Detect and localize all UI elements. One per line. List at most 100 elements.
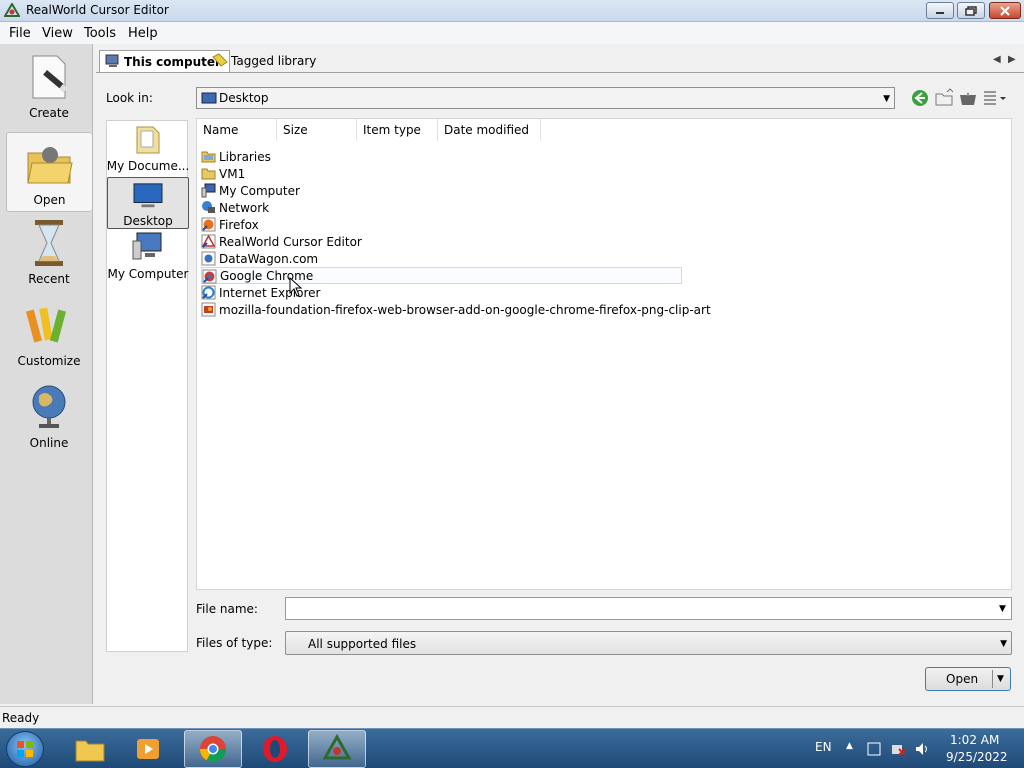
view-menu-icon[interactable]: [982, 88, 1010, 108]
look-in-dropdown[interactable]: Desktop ▼: [196, 87, 895, 109]
computer-small-icon: [105, 54, 119, 67]
place-my-documents[interactable]: My Docume...: [107, 123, 189, 175]
places-bar: My Docume... Desktop My Computer: [106, 120, 189, 652]
my-computer-icon: [132, 232, 162, 260]
image-file-icon: [201, 302, 216, 317]
taskbar-chrome[interactable]: [184, 730, 242, 768]
back-icon[interactable]: [910, 88, 930, 108]
look-in-label: Look in:: [106, 91, 153, 105]
explorer-folder-icon: [75, 740, 105, 762]
file-row-vm1[interactable]: VM1: [201, 165, 245, 182]
file-name-history-icon[interactable]: ▼: [999, 604, 1006, 614]
opera-icon: [263, 736, 287, 762]
show-hidden-icons-icon[interactable]: ▲: [846, 741, 853, 751]
network-status-icon[interactable]: [890, 741, 906, 757]
clock-date[interactable]: 9/25/2022: [946, 750, 1008, 764]
status-text: Ready: [2, 711, 40, 725]
chrome-icon: [199, 736, 227, 763]
place-my-computer[interactable]: My Computer: [107, 231, 189, 283]
taskbar-explorer[interactable]: [61, 730, 119, 768]
close-icon: [1000, 5, 1010, 16]
restore-icon: [965, 5, 977, 16]
open-button[interactable]: Open ▼: [925, 667, 1011, 691]
column-header-item-type[interactable]: Item type: [357, 119, 438, 141]
windows-logo-icon: [17, 741, 33, 757]
file-row-realworld-cursor-editor[interactable]: RealWorld Cursor Editor: [201, 233, 362, 250]
crayons-icon: [25, 307, 67, 343]
start-button[interactable]: [6, 731, 44, 767]
mouse-cursor-icon: [289, 277, 303, 297]
file-row-image-file[interactable]: mozilla-foundation-firefox-web-browser-a…: [201, 301, 711, 318]
sidebar-open[interactable]: Open: [6, 132, 92, 212]
sidebar-create[interactable]: Create: [6, 52, 92, 132]
title-bar: RealWorld Cursor Editor: [0, 0, 1024, 22]
column-header-name[interactable]: Name: [197, 119, 277, 141]
clock-time[interactable]: 1:02 AM: [950, 733, 999, 747]
column-header-size[interactable]: Size: [277, 119, 357, 141]
file-row-datawagon[interactable]: DataWagon.com: [201, 250, 318, 267]
column-header-date-modified[interactable]: Date modified: [438, 119, 541, 141]
source-tabs: This computer Tagged library ◀ ▶: [93, 44, 1024, 72]
place-desktop[interactable]: Desktop: [107, 177, 189, 229]
minimize-button[interactable]: [926, 2, 954, 19]
menu-help[interactable]: Help: [128, 26, 158, 41]
computer-icon: [201, 183, 216, 198]
ie-shortcut-icon: [201, 285, 216, 300]
library-folder-icon: [201, 151, 216, 163]
app-logo-icon: [4, 3, 20, 17]
favorites-icon[interactable]: [958, 88, 978, 108]
datawagon-shortcut-icon: [201, 251, 216, 266]
folder-icon: [201, 168, 216, 180]
network-icon: [202, 201, 215, 213]
file-type-dropdown[interactable]: All supported files ▼: [285, 631, 1012, 655]
taskbar-realworld[interactable]: [308, 730, 366, 768]
minimize-icon: [936, 11, 944, 14]
menu-file[interactable]: File: [9, 26, 31, 41]
create-icon: [32, 55, 68, 99]
taskbar-opera[interactable]: [246, 730, 304, 768]
desktop-small-icon: [201, 92, 217, 104]
file-name-input[interactable]: [285, 597, 1012, 620]
tab-scroll-right-icon[interactable]: ▶: [1008, 54, 1016, 65]
file-type-label: Files of type:: [196, 636, 273, 650]
file-name-label: File name:: [196, 602, 258, 616]
chevron-down-icon: ▼: [1000, 639, 1007, 649]
taskbar-media-player[interactable]: [120, 730, 178, 768]
firefox-shortcut-icon: [201, 217, 216, 232]
open-options-icon[interactable]: ▼: [997, 674, 1004, 684]
desktop-icon: [133, 183, 163, 208]
documents-folder-icon: [136, 126, 160, 154]
volume-icon[interactable]: [914, 741, 930, 757]
file-row-my-computer[interactable]: My Computer: [201, 182, 300, 199]
chevron-down-icon: ▼: [883, 94, 890, 104]
sidebar-recent[interactable]: Recent: [6, 218, 92, 298]
realworld-shortcut-icon: [201, 234, 216, 249]
sidebar-online[interactable]: Online: [6, 382, 92, 462]
file-row-libraries[interactable]: Libraries: [201, 148, 271, 165]
up-folder-icon[interactable]: [934, 88, 954, 108]
menu-bar: File View Tools Help: [0, 22, 1024, 44]
globe-icon: [32, 385, 66, 428]
media-player-icon: [137, 739, 159, 759]
file-row-firefox[interactable]: Firefox: [201, 216, 259, 233]
restore-button[interactable]: [957, 2, 985, 19]
file-row-google-chrome[interactable]: Google Chrome: [201, 267, 682, 284]
action-center-icon[interactable]: [866, 741, 882, 757]
status-bar: Ready: [0, 706, 1024, 728]
menu-tools[interactable]: Tools: [84, 26, 116, 41]
chrome-shortcut-icon: [202, 269, 217, 284]
window-title: RealWorld Cursor Editor: [26, 3, 169, 17]
file-row-network[interactable]: Network: [201, 199, 269, 216]
file-list: Name Size Item type Date modified Librar…: [196, 118, 1012, 590]
open-icon: [26, 147, 73, 184]
language-indicator[interactable]: EN: [815, 740, 832, 754]
realworld-logo-icon: [322, 734, 352, 760]
tag-icon: [212, 53, 228, 67]
hourglass-icon: [35, 220, 63, 266]
mode-sidebar: Create Open Recent Customize Online: [0, 44, 93, 704]
tab-tagged-library[interactable]: Tagged library: [207, 50, 324, 72]
tab-scroll-left-icon[interactable]: ◀: [993, 54, 1001, 65]
menu-view[interactable]: View: [42, 26, 73, 41]
sidebar-customize[interactable]: Customize: [6, 300, 92, 380]
close-button[interactable]: [989, 2, 1021, 19]
